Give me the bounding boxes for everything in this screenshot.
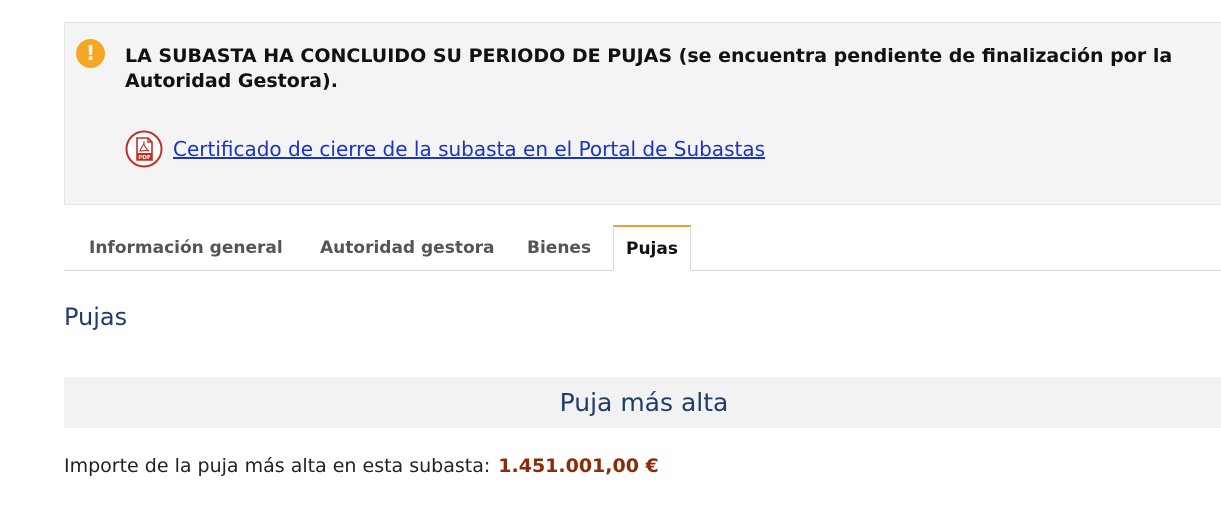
alert-headline: LA SUBASTA HA CONCLUIDO SU PERIODO DE PU… [125, 45, 1173, 92]
tab-informacion-general[interactable]: Información general [89, 225, 283, 270]
highest-bid-row: Importe de la puja más alta en esta suba… [64, 455, 659, 477]
auction-status-alert: ! LA SUBASTA HA CONCLUIDO SU PERIODO DE … [64, 22, 1221, 205]
svg-text:PDF: PDF [138, 155, 151, 161]
highest-bid-amount: 1.451.001,00 € [498, 455, 659, 477]
certificate-link[interactable]: Certificado de cierre de la subasta en e… [173, 137, 765, 161]
tab-autoridad-gestora[interactable]: Autoridad gestora [320, 225, 494, 270]
highest-bid-label: Importe de la puja más alta en esta suba… [64, 455, 491, 477]
pdf-document-icon[interactable]: PDF [125, 130, 163, 168]
highest-bid-header: Puja más alta [64, 377, 1221, 428]
section-title: Pujas [64, 303, 128, 331]
certificate-link-row: PDF Certificado de cierre de la subasta … [125, 128, 765, 170]
tab-bienes[interactable]: Bienes [527, 225, 591, 270]
tab-bar: Información general Autoridad gestora Bi… [64, 225, 1221, 271]
tab-pujas[interactable]: Pujas [613, 225, 691, 271]
warning-icon: ! [76, 39, 105, 68]
